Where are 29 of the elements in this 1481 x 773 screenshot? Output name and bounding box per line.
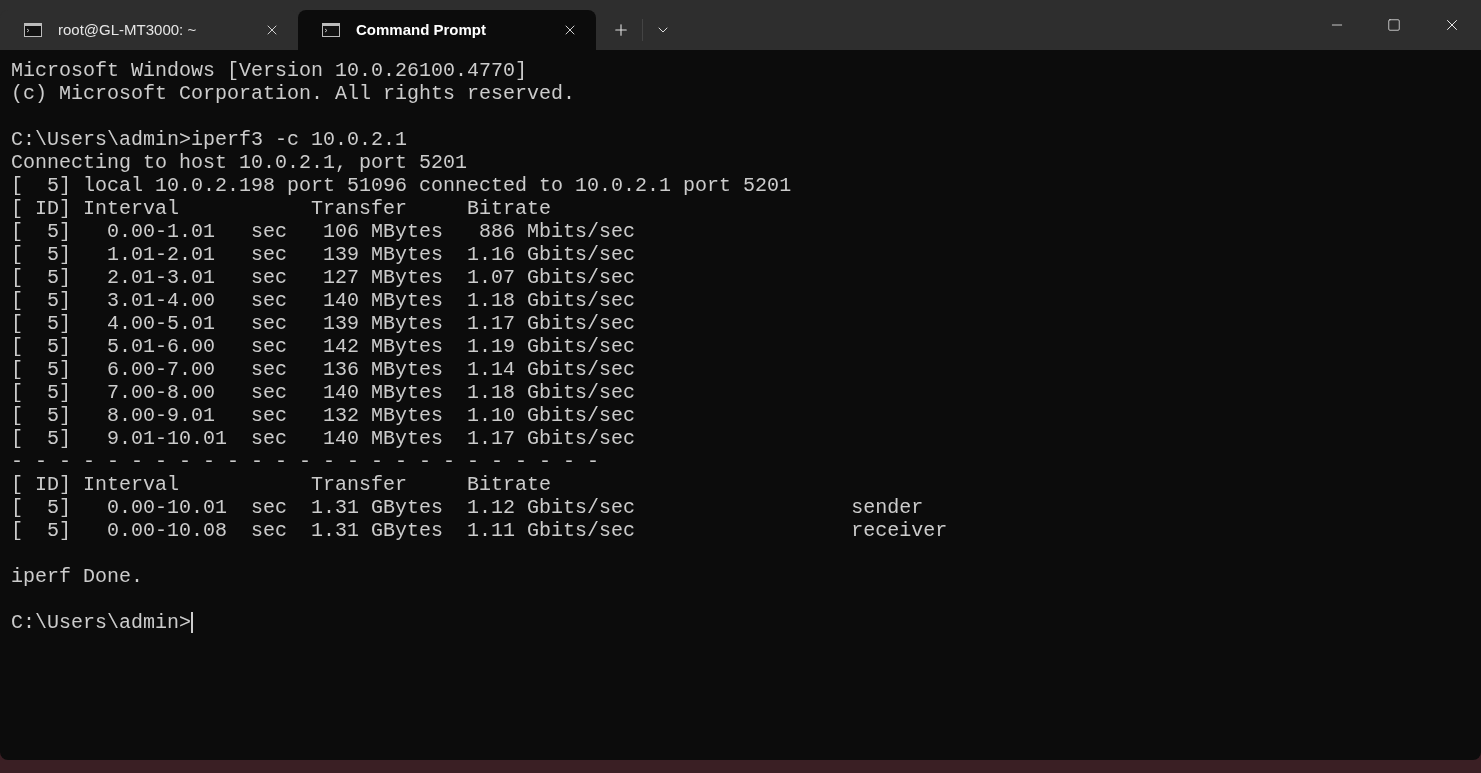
terminal-line: - - - - - - - - - - - - - - - - - - - - - - - - - xyxy=(11,450,600,473)
terminal-line: [ 5] 0.00-10.08 sec 1.31 GBytes 1.11 Gbits/sec receiver xyxy=(11,519,948,542)
terminal-line: [ 5] 0.00-10.01 sec 1.31 GBytes 1.12 Gbits/sec sender xyxy=(11,496,924,519)
terminal-line: [ 5] 5.01-6.00 sec 142 MBytes 1.19 Gbits/sec xyxy=(11,335,636,358)
terminal-line: [ 5] 7.00-8.00 sec 140 MBytes 1.18 Gbits/sec xyxy=(11,381,636,404)
terminal-line: [ 5] 2.01-3.01 sec 127 MBytes 1.07 Gbits/sec xyxy=(11,266,636,289)
prompt-text: C:\Users\admin> xyxy=(11,611,192,634)
terminal-line: C:\Users\admin>iperf3 -c 10.0.2.1 xyxy=(11,128,408,151)
new-tab-icon[interactable] xyxy=(612,21,630,39)
terminal-line: [ 5] 0.00-1.01 sec 106 MBytes 886 Mbits/sec xyxy=(11,220,636,243)
terminal-icon xyxy=(322,23,340,37)
terminal-line: Connecting to host 10.0.2.1, port 5201 xyxy=(11,151,468,174)
terminal-line: [ 5] 9.01-10.01 sec 140 MBytes 1.17 Gbits/sec xyxy=(11,427,636,450)
tab-title: root@GL-MT3000: ~ xyxy=(58,19,198,40)
terminal-line: [ 5] 4.00-5.01 sec 139 MBytes 1.17 Gbits/sec xyxy=(11,312,636,335)
terminal-line: (c) Microsoft Corporation. All rights reserved. xyxy=(11,82,576,105)
terminal-line: [ 5] 8.00-9.01 sec 132 MBytes 1.10 Gbits/sec xyxy=(11,404,636,427)
terminal-line: [ 5] local 10.0.2.198 port 51096 connected to 10.0.2.1 port 5201 xyxy=(11,174,792,197)
terminal-line: [ 5] 6.00-7.00 sec 136 MBytes 1.14 Gbits/sec xyxy=(11,358,636,381)
terminal-line: iperf Done. xyxy=(11,565,144,588)
maximize-icon[interactable] xyxy=(1387,18,1401,32)
terminal-line: Microsoft Windows [Version 10.0.26100.4770] xyxy=(11,59,528,82)
tab[interactable]: Command Prompt xyxy=(298,10,596,50)
terminal-line: [ 5] 1.01-2.01 sec 139 MBytes 1.16 Gbits/sec xyxy=(11,243,636,266)
terminal-icon xyxy=(24,23,42,37)
terminal-line: [ ID] Interval Transfer Bitrate xyxy=(11,197,552,220)
terminal-line: [ ID] Interval Transfer Bitrate xyxy=(11,473,552,496)
terminal-line: [ 5] 3.01-4.00 sec 140 MBytes 1.18 Gbits/sec xyxy=(11,289,636,312)
tab-title: Command Prompt xyxy=(356,19,487,40)
